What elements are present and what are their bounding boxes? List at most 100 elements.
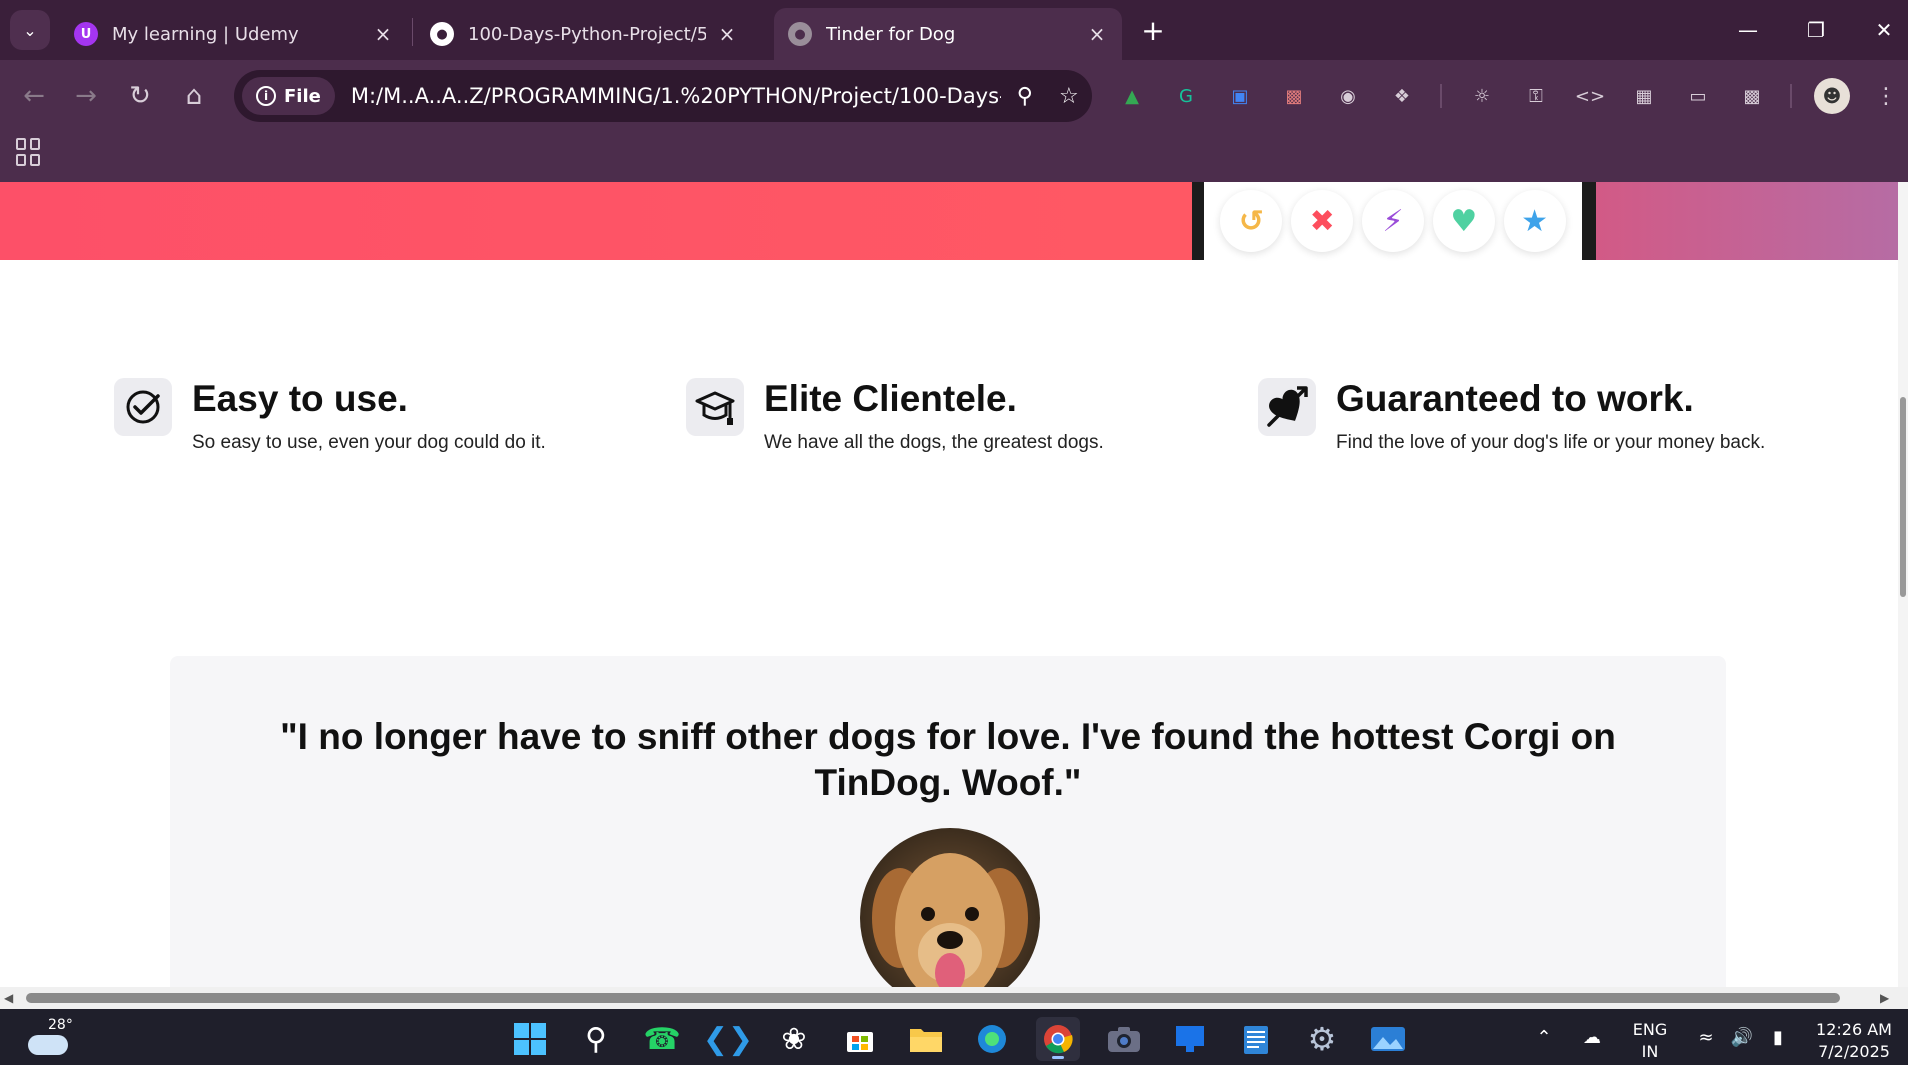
- whatsapp-icon: ☎: [643, 1021, 681, 1057]
- google-translate-icon[interactable]: ▣: [1222, 78, 1258, 114]
- google-drive-icon[interactable]: ▲: [1114, 78, 1150, 114]
- folder-icon: [910, 1029, 942, 1052]
- close-icon: ✕: [1875, 18, 1893, 42]
- grammarly-icon[interactable]: G: [1168, 78, 1204, 114]
- notepad-app[interactable]: [1234, 1017, 1278, 1061]
- extension-icon[interactable]: ▩: [1276, 78, 1312, 114]
- code-icon[interactable]: <>: [1572, 78, 1608, 114]
- language-region: IN: [1641, 1042, 1659, 1061]
- extensions-puzzle-icon[interactable]: ❖: [1384, 78, 1420, 114]
- tab-udemy[interactable]: U My learning | Udemy ×: [60, 8, 408, 60]
- scroll-left-arrow-icon[interactable]: ◀: [4, 991, 13, 1005]
- tab-separator: [412, 18, 413, 46]
- tab-strip: ⌄ U My learning | Udemy × ● 100-Days-Pyt…: [0, 0, 1908, 60]
- feature-title: Guaranteed to work.: [1336, 378, 1694, 419]
- layout-icon[interactable]: ▦: [1626, 78, 1662, 114]
- check-circle-icon: [114, 378, 172, 436]
- qr-code-icon[interactable]: ▩: [1734, 78, 1770, 114]
- camera-icon: [1108, 1027, 1140, 1052]
- zoom-icon[interactable]: ⚲: [1005, 76, 1045, 116]
- chrome-app[interactable]: [1036, 1017, 1080, 1061]
- search-icon: ⚲: [585, 1021, 607, 1057]
- weather-widget[interactable]: 28°: [24, 1017, 74, 1061]
- close-window-button[interactable]: ✕: [1856, 0, 1908, 60]
- microsoft-store-app[interactable]: [838, 1017, 882, 1061]
- page-viewport: ↺ ✖ ⚡ ♥ ★ Easy to use. So easy to use, e…: [0, 182, 1898, 987]
- settings-app[interactable]: ⚙: [1300, 1017, 1344, 1061]
- tab-search-button[interactable]: ⌄: [10, 10, 50, 50]
- restore-button[interactable]: ❐: [1788, 0, 1844, 60]
- vertical-scrollbar-thumb[interactable]: [1900, 397, 1906, 597]
- reload-button[interactable]: ↻: [120, 76, 160, 116]
- forward-button[interactable]: →: [66, 76, 106, 116]
- address-bar[interactable]: i File M:/M..A..A..Z/PROGRAMMING/1.%20PY…: [234, 70, 1092, 122]
- language-indicator[interactable]: ENG IN: [1622, 1019, 1678, 1063]
- language-code: ENG: [1632, 1020, 1668, 1039]
- bookmark-star-icon[interactable]: ☆: [1049, 76, 1089, 116]
- vpn-extension-icon[interactable]: ◉: [1330, 78, 1366, 114]
- new-tab-button[interactable]: +: [1135, 12, 1171, 48]
- chevron-up-icon: ⌃: [1536, 1026, 1552, 1048]
- close-icon[interactable]: ×: [1086, 22, 1108, 46]
- battery-icon: ▮: [1773, 1026, 1783, 1048]
- heart-arrow-icon: [1258, 378, 1316, 436]
- udemy-icon: U: [74, 22, 98, 46]
- url-text[interactable]: M:/M..A..A..Z/PROGRAMMING/1.%20PYTHON/Pr…: [351, 84, 1001, 108]
- clock[interactable]: 12:26 AM 7/2/2025: [1800, 1019, 1908, 1063]
- back-button[interactable]: ←: [14, 76, 54, 116]
- camera-app[interactable]: [1102, 1017, 1146, 1061]
- site-info-chip[interactable]: i File: [242, 77, 335, 115]
- apps-grid-icon[interactable]: [16, 138, 44, 166]
- close-icon[interactable]: ×: [372, 22, 394, 46]
- info-icon: i: [256, 86, 276, 106]
- rewind-icon: ↺: [1220, 190, 1283, 252]
- scroll-right-arrow-icon[interactable]: ▶: [1880, 991, 1889, 1005]
- cloud-offline-icon: ☁: [1583, 1026, 1601, 1048]
- minimize-button[interactable]: —: [1720, 0, 1776, 60]
- browser-toolbar: ← → ↻ ⌂ i File M:/M..A..A..Z/PROGRAMMING…: [0, 60, 1908, 132]
- horizontal-scrollbar[interactable]: ◀ ▶: [0, 987, 1908, 1009]
- start-button[interactable]: [508, 1017, 552, 1061]
- search-button[interactable]: ⚲: [574, 1017, 618, 1061]
- edge-app[interactable]: [970, 1017, 1014, 1061]
- vscode-app[interactable]: ❮❯: [703, 1017, 753, 1061]
- whatsapp-app[interactable]: ☎: [640, 1017, 684, 1061]
- volume-status[interactable]: 🔊: [1726, 1009, 1758, 1065]
- close-icon[interactable]: ×: [716, 22, 738, 46]
- password-key-icon[interactable]: ⚿: [1518, 78, 1554, 114]
- nope-x-icon: ✖: [1291, 190, 1354, 252]
- wifi-status[interactable]: ≈: [1690, 1009, 1722, 1065]
- volume-icon: 🔊: [1730, 1026, 1754, 1048]
- testimonial-section: "I no longer have to sniff other dogs fo…: [170, 656, 1726, 987]
- graduation-cap-icon: [686, 378, 744, 436]
- profile-avatar[interactable]: ☻: [1814, 78, 1850, 114]
- battery-status[interactable]: ▮: [1762, 1009, 1794, 1065]
- home-button[interactable]: ⌂: [174, 76, 214, 116]
- menu-kebab-icon[interactable]: ⋮: [1868, 78, 1904, 114]
- show-hidden-icons-button[interactable]: ⌃: [1528, 1009, 1560, 1065]
- remote-desktop-app[interactable]: [1168, 1017, 1212, 1061]
- photos-icon: [1371, 1027, 1405, 1051]
- horizontal-scrollbar-thumb[interactable]: [26, 993, 1840, 1003]
- feature-description: Find the love of your dog's life or your…: [1336, 432, 1766, 453]
- weather-temperature: 28°: [48, 1017, 73, 1033]
- onedrive-status[interactable]: ☁: [1574, 1009, 1610, 1065]
- minimize-icon: —: [1738, 18, 1758, 42]
- toolbar-separator: [1440, 84, 1442, 108]
- clock-date: 7/2/2025: [1818, 1042, 1890, 1061]
- super-like-star-icon: ★: [1503, 190, 1566, 252]
- tab-github[interactable]: ● 100-Days-Python-Project/59.Da ×: [416, 8, 752, 60]
- windows-logo-icon: [514, 1023, 546, 1055]
- clock-time: 12:26 AM: [1816, 1020, 1892, 1039]
- chevron-down-icon: ⌄: [23, 20, 37, 40]
- devices-icon[interactable]: ▭: [1680, 78, 1716, 114]
- edge-icon: [978, 1025, 1006, 1053]
- file-explorer-app[interactable]: [904, 1017, 948, 1061]
- vertical-scrollbar[interactable]: [1898, 182, 1908, 987]
- photos-app[interactable]: [1366, 1017, 1410, 1061]
- incognito-icon[interactable]: ☼: [1464, 78, 1500, 114]
- chatgpt-app[interactable]: ❀: [772, 1017, 816, 1061]
- plus-icon: +: [1141, 13, 1165, 47]
- tab-tinder-for-dog[interactable]: ● Tinder for Dog ×: [774, 8, 1122, 60]
- like-heart-icon: ♥: [1432, 190, 1495, 252]
